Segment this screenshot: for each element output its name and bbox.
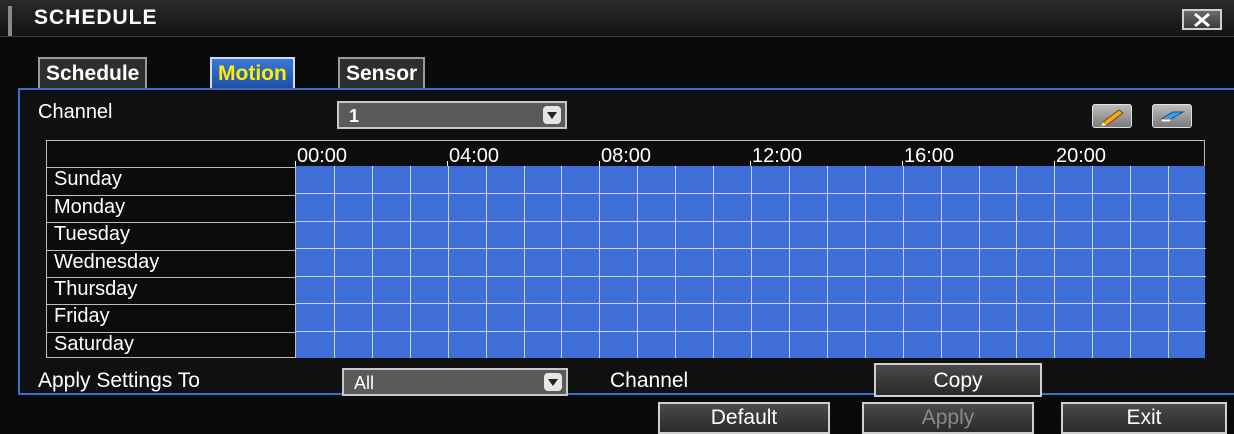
hour-gridline [751,166,752,358]
pencil-icon [1101,109,1124,126]
day-gridline [296,193,1206,194]
hour-label: 20:00 [1056,145,1107,167]
hour-label: 12:00 [752,145,803,167]
day-gridline [296,276,1206,277]
hour-gridline [1092,166,1093,358]
hour-gridline [827,166,828,358]
hour-gridline [979,166,980,358]
hour-label: 00:00 [297,145,348,167]
chevron-down-icon [544,373,562,391]
hour-gridline [1130,166,1131,358]
close-icon [1194,12,1210,27]
apply-to-select[interactable]: All [342,368,568,396]
hour-gridline [941,166,942,358]
hour-gridline [1054,166,1055,358]
apply-button[interactable]: Apply [862,402,1034,434]
hour-gridline [486,166,487,358]
title-bar: SCHEDULE [0,0,1234,37]
day-gridline [296,331,1206,332]
chevron-down-icon [543,106,561,124]
edit-tool-button[interactable] [1092,104,1132,128]
schedule-cells[interactable] [295,166,1206,358]
tab-motion[interactable]: Motion [210,57,295,88]
day-gridline [296,248,1206,249]
copy-button[interactable]: Copy [874,363,1042,397]
default-button[interactable]: Default [658,402,830,434]
hour-gridline [1168,166,1169,358]
hour-gridline [637,166,638,358]
day-label-monday: Monday [47,195,295,223]
day-gridline [296,303,1206,304]
day-gridline [296,221,1206,222]
title-bar-edge [8,6,12,36]
hour-label: 16:00 [904,145,955,167]
erase-tool-button[interactable] [1152,104,1192,128]
day-label-tuesday: Tuesday [47,222,295,250]
schedule-grid: 00:00 04:00 08:00 12:00 16:00 20:00 Sund… [46,140,1206,360]
hour-gridline [524,166,525,358]
hour-label: 08:00 [601,145,652,167]
apply-channel-label: Channel [610,369,689,392]
apply-settings-label: Apply Settings To [38,369,200,392]
hour-gridline [448,166,449,358]
hour-gridline [713,166,714,358]
hour-gridline [789,166,790,358]
eraser-icon [1159,111,1185,123]
hour-gridline [675,166,676,358]
day-label-friday: Friday [47,304,295,332]
channel-label: Channel [38,101,113,123]
apply-to-select-value: All [354,373,375,393]
hour-gridline [410,166,411,358]
day-label-saturday: Saturday [47,332,295,360]
hour-label: 04:00 [449,145,500,167]
hour-gridline [599,166,600,358]
tab-sensor[interactable]: Sensor [338,57,426,88]
close-button[interactable] [1182,9,1222,30]
hour-gridline [903,166,904,358]
tab-schedule[interactable]: Schedule [38,57,148,88]
hour-gridline [334,166,335,358]
hour-gridline [372,166,373,358]
channel-select-value: 1 [349,106,360,126]
exit-button[interactable]: Exit [1061,402,1227,434]
day-label-wednesday: Wednesday [47,250,295,278]
channel-select[interactable]: 1 [337,101,567,129]
window-title: SCHEDULE [34,6,158,29]
day-label-sunday: Sunday [47,167,295,195]
hour-gridline [561,166,562,358]
hour-gridline [1016,166,1017,358]
hour-gridline [865,166,866,358]
day-label-thursday: Thursday [47,277,295,305]
